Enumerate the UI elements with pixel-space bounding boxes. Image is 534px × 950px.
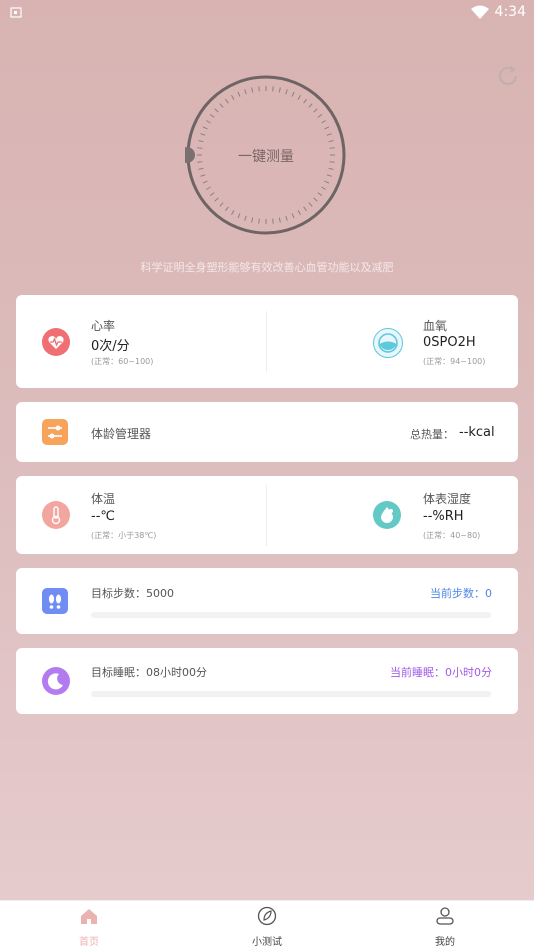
tab-home-label: 首页: [79, 937, 99, 948]
tagline: 科学证明全身塑形能够有效改善心血管功能以及减肥: [140, 261, 394, 274]
sliders-icon: [42, 419, 68, 445]
blood-oxygen-icon: [373, 328, 403, 358]
humidity-label: 体表湿度: [423, 492, 472, 506]
vitals-card: 心率 0次/分 (正常：60~100) 血氧 0SPO2H (正常：94~100…: [16, 295, 518, 388]
thermometer-icon: [42, 501, 70, 529]
body-temp-value: --℃: [91, 509, 115, 524]
home-icon: [81, 909, 97, 924]
heart-rate-icon: [42, 328, 70, 356]
body-temp-label: 体温: [91, 492, 116, 506]
blood-oxygen-label: 血氧: [423, 319, 448, 333]
heart-rate-value: 0次/分: [91, 339, 130, 354]
divider: [266, 311, 267, 372]
current-steps: 当前步数：0: [430, 587, 492, 600]
tab-quiz[interactable]: 小测试: [227, 901, 307, 950]
one-click-measure-label[interactable]: 一键测量: [185, 146, 347, 166]
body-age-card[interactable]: 体龄管理器 总热量： --kcal: [16, 402, 518, 462]
heart-rate-label: 心率: [91, 319, 116, 333]
humidity-normal: (正常：40~80): [423, 531, 481, 540]
total-calorie-value: --kcal: [459, 425, 495, 440]
blood-oxygen-value: 0SPO2H: [423, 335, 476, 350]
clock: 4:34: [494, 4, 526, 20]
divider: [266, 485, 267, 546]
bottom-tab-bar: 首页 小测试 我的: [0, 900, 534, 950]
tab-me[interactable]: 我的: [405, 901, 485, 950]
moon-icon: [42, 667, 70, 695]
heart-rate-normal: (正常：60~100): [91, 357, 154, 366]
tab-quiz-label: 小测试: [252, 937, 282, 948]
steps-progress-bar: [91, 612, 491, 618]
wifi-icon: [470, 4, 490, 24]
sleep-card[interactable]: 目标睡眠：08小时00分 当前睡眠：0小时0分: [16, 648, 518, 714]
blood-oxygen-normal: (正常：94~100): [423, 357, 486, 366]
leaf-icon: [257, 906, 277, 926]
humidity-value: --%RH: [423, 509, 464, 524]
total-calorie-label: 总热量：: [410, 428, 454, 441]
target-steps: 目标步数：5000: [91, 587, 174, 600]
refresh-icon[interactable]: [496, 64, 520, 88]
status-bar: 4:34: [0, 0, 534, 26]
current-sleep: 当前睡眠：0小时0分: [390, 666, 492, 679]
notification-icon: [10, 5, 24, 19]
tab-me-label: 我的: [435, 937, 455, 948]
tab-home[interactable]: 首页: [49, 901, 129, 950]
user-icon: [436, 907, 454, 925]
body-temp-normal: (正常：小于38℃): [91, 531, 157, 540]
target-sleep: 目标睡眠：08小时00分: [91, 666, 207, 679]
footprint-icon: [42, 588, 68, 614]
body-age-label: 体龄管理器: [91, 427, 152, 441]
sleep-progress-bar: [91, 691, 491, 697]
temperature-card: 体温 --℃ (正常：小于38℃) 体表湿度 --%RH (正常：40~80): [16, 476, 518, 554]
steps-card[interactable]: 目标步数：5000 当前步数：0: [16, 568, 518, 634]
humidity-icon: [373, 501, 401, 529]
